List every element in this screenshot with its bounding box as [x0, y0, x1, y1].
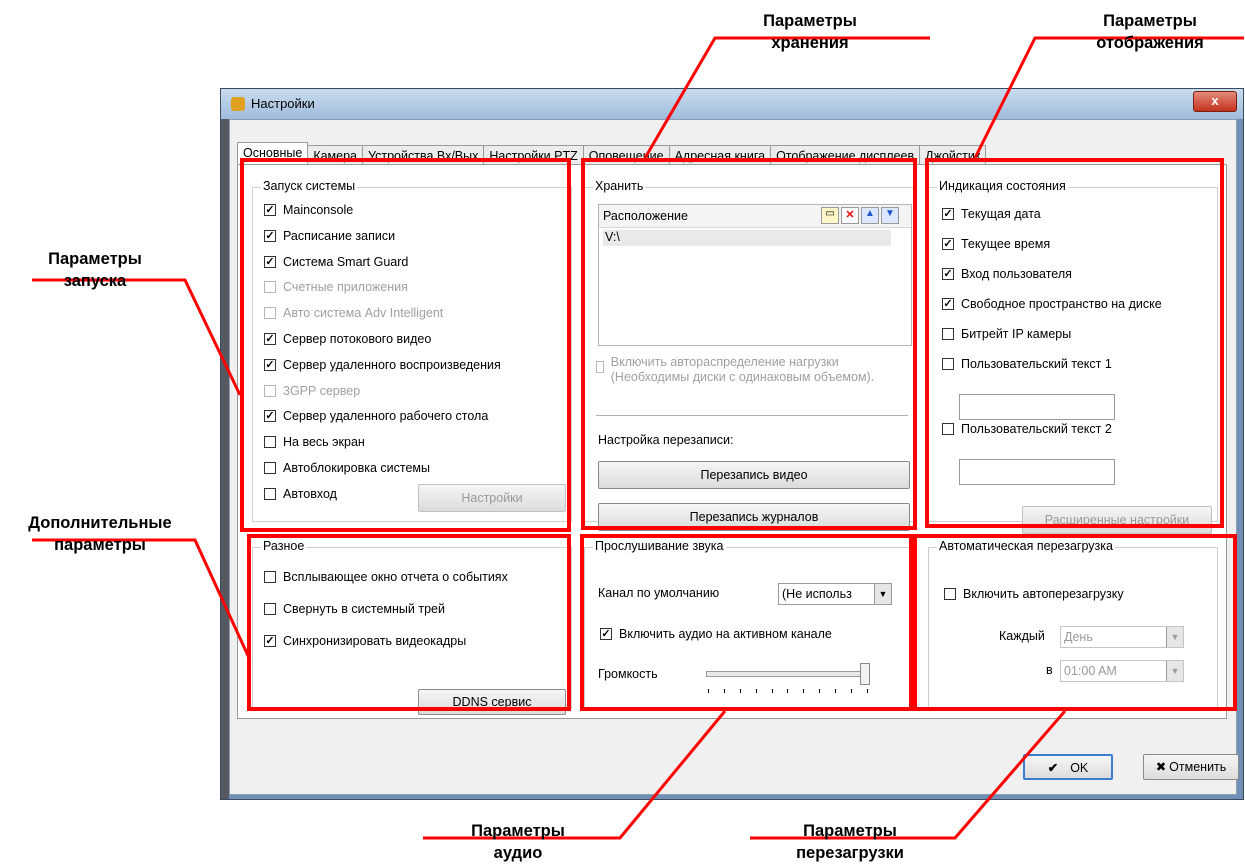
startup-annotation: Параметры запуска [48, 250, 142, 290]
reboot-annotation: Параметры перезагрузки [796, 822, 904, 862]
callout-lines [32, 36, 1244, 840]
storage-annotation: Параметры хранения [763, 12, 857, 52]
display-annotation: Параметры отображения [1096, 12, 1204, 52]
extra-annotation: Дополнительные параметры [28, 514, 172, 554]
audio-annotation: Параметры аудио [471, 822, 565, 862]
